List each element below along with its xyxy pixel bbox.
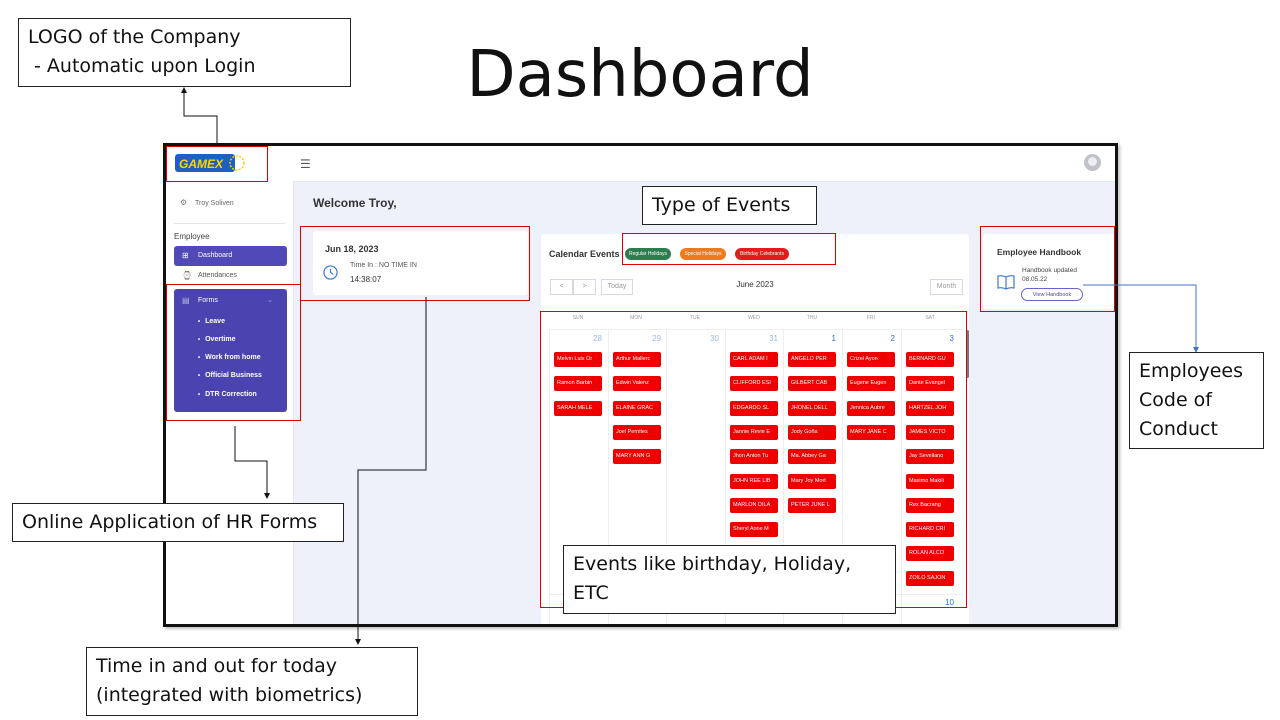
callout-events: Events like birthday, Holiday, ETC <box>563 545 896 614</box>
callout-line: Conduct <box>1139 418 1218 440</box>
callout-line: LOGO of the Company <box>28 26 241 48</box>
callout-line: (integrated with biometrics) <box>96 684 363 706</box>
callout-event-types: Type of Events <box>642 186 817 225</box>
callout-logo: LOGO of the Company - Automatic upon Log… <box>18 18 351 87</box>
callout-time-in-out: Time in and out for today (integrated wi… <box>86 647 418 716</box>
callout-line: Online Application of HR Forms <box>22 511 318 533</box>
callout-line: Type of Events <box>652 194 791 216</box>
callout-line: - Automatic upon Login <box>28 55 256 77</box>
callout-line: Events like birthday, Holiday, <box>573 553 852 575</box>
callout-line: Code of <box>1139 389 1212 411</box>
callout-code-of-conduct: Employees Code of Conduct <box>1129 352 1264 449</box>
callout-line: Time in and out for today <box>96 655 338 677</box>
callout-line: Employees <box>1139 360 1243 382</box>
callout-hr-forms: Online Application of HR Forms <box>12 503 344 542</box>
callout-line: ETC <box>573 582 609 604</box>
